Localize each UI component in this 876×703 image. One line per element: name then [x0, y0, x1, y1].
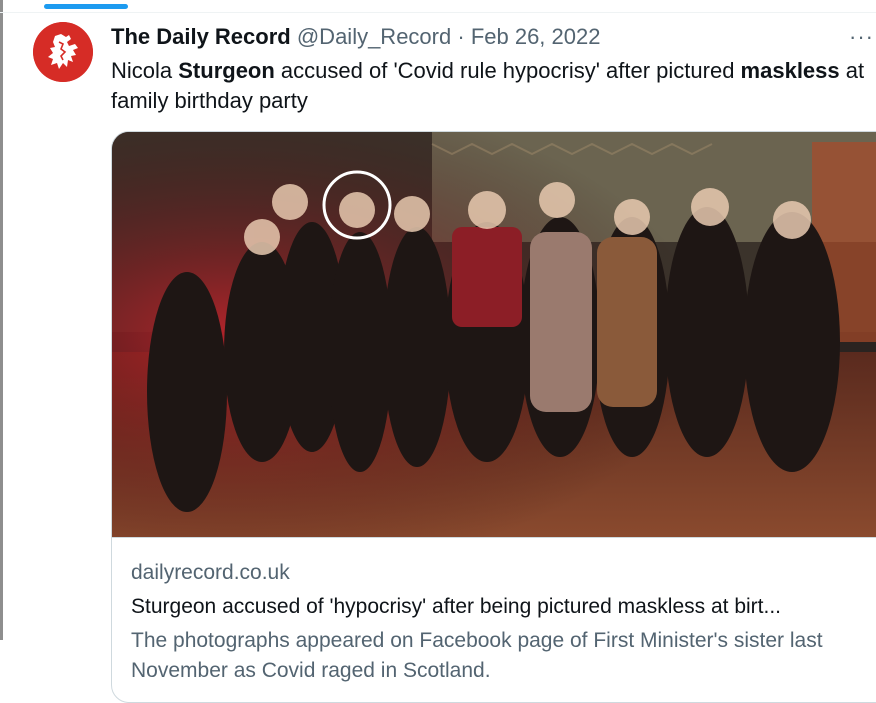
card-meta[interactable]: dailyrecord.co.uk Sturgeon accused of 'h… [112, 537, 876, 702]
tweet-text-part-bold: maskless [740, 58, 840, 83]
avatar[interactable] [33, 22, 93, 82]
tweet-text-part: Nicola [111, 58, 179, 83]
tweet-text-part: accused of 'Covid rule hypocrisy' after … [274, 58, 741, 83]
author-name[interactable]: The Daily Record [111, 24, 291, 49]
card-description: The photographs appeared on Facebook pag… [131, 629, 823, 682]
lion-rampant-logo-icon [33, 22, 93, 82]
tweet-date[interactable]: Feb 26, 2022 [471, 24, 601, 49]
window-edge [0, 0, 3, 640]
card-title: Sturgeon accused of 'hypocrisy' after be… [131, 595, 782, 618]
author-handle[interactable]: @Daily_Record [297, 24, 451, 49]
tweet-text-part-bold: Sturgeon [178, 58, 275, 83]
card-photo[interactable] [112, 132, 876, 537]
link-preview-card[interactable]: dailyrecord.co.uk Sturgeon accused of 'h… [111, 131, 876, 703]
tweet-header: The Daily Record @Daily_Record · Feb 26,… [111, 22, 876, 52]
card-domain: dailyrecord.co.uk [131, 561, 290, 584]
active-tab-indicator [44, 4, 128, 9]
party-photo-image [112, 132, 876, 537]
tweet-text: Nicola Sturgeon accused of 'Covid rule h… [111, 56, 876, 116]
tweet-top-divider [0, 12, 876, 13]
more-icon[interactable]: ··· [849, 22, 874, 52]
separator-dot: · [457, 24, 465, 49]
